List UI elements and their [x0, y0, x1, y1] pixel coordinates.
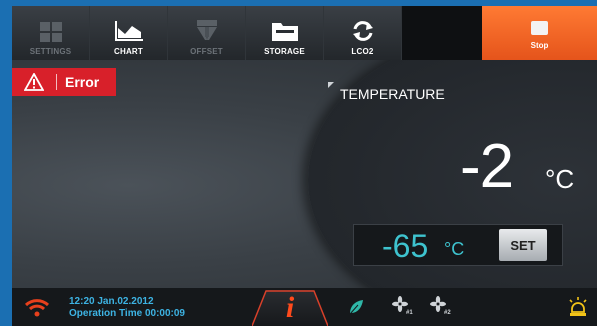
setpoint-panel: -65 °C SET	[353, 224, 563, 266]
status-bar: 12:20 Jan.02.2012 Operation Time 00:00:0…	[12, 288, 597, 326]
stop-label: Stop	[530, 40, 549, 50]
temperature-label: TEMPERATURE	[340, 86, 445, 102]
error-badge[interactable]: Error	[12, 68, 116, 96]
chart-icon	[114, 21, 143, 41]
warning-triangle-icon	[20, 73, 48, 91]
setpoint-unit: °C	[444, 239, 465, 259]
fan-2-label: #2	[444, 310, 451, 316]
corner-marker	[328, 82, 334, 88]
stop-button[interactable]: Stop	[482, 6, 597, 60]
refresh-icon	[352, 21, 373, 41]
settings-label: SETTINGS	[29, 47, 72, 56]
temperature-unit: °C	[545, 164, 575, 194]
status-datetime: 12:20 Jan.02.2012 Operation Time 00:00:0…	[69, 296, 185, 320]
fan-1[interactable]: #1	[392, 296, 413, 317]
device-screen: SETTINGS CHART OFFSET STORAGE LCO2 Stop …	[12, 6, 597, 326]
alarm-light-icon[interactable]	[567, 296, 589, 318]
offset-label: OFFSET	[190, 47, 223, 56]
folder-icon	[271, 23, 298, 41]
chart-button[interactable]: CHART	[90, 6, 168, 60]
main-panel: Error TEMPERATURE -2 °C -65 °C SET	[12, 60, 597, 288]
setpoint-value: -65	[382, 228, 429, 264]
settings-button[interactable]: SETTINGS	[12, 6, 90, 60]
info-tab-outline	[252, 290, 328, 326]
toolbar-spacer	[402, 6, 482, 60]
lco2-button[interactable]: LCO2	[324, 6, 402, 60]
operation-time: Operation Time 00:00:09	[69, 308, 185, 319]
wifi-icon	[24, 299, 50, 317]
storage-label: STORAGE	[264, 47, 305, 56]
chart-label: CHART	[114, 47, 143, 56]
status-date: Jan.02.2012	[97, 296, 154, 307]
temperature-value: -2	[460, 132, 514, 201]
offset-icon	[196, 20, 217, 40]
status-time: 12:20	[69, 296, 95, 307]
offset-button[interactable]: OFFSET	[168, 6, 246, 60]
lco2-label: LCO2	[351, 47, 374, 56]
fan-2[interactable]: #2	[430, 296, 451, 317]
settings-grid-icon	[39, 22, 62, 42]
error-separator	[56, 74, 57, 90]
error-label: Error	[65, 74, 100, 90]
fan-1-label: #1	[406, 310, 413, 316]
storage-button[interactable]: STORAGE	[246, 6, 324, 60]
toolbar: SETTINGS CHART OFFSET STORAGE LCO2 Stop	[12, 6, 597, 60]
stop-icon	[531, 20, 548, 35]
set-button[interactable]: SET	[499, 229, 547, 261]
leaf-icon[interactable]	[348, 299, 364, 315]
